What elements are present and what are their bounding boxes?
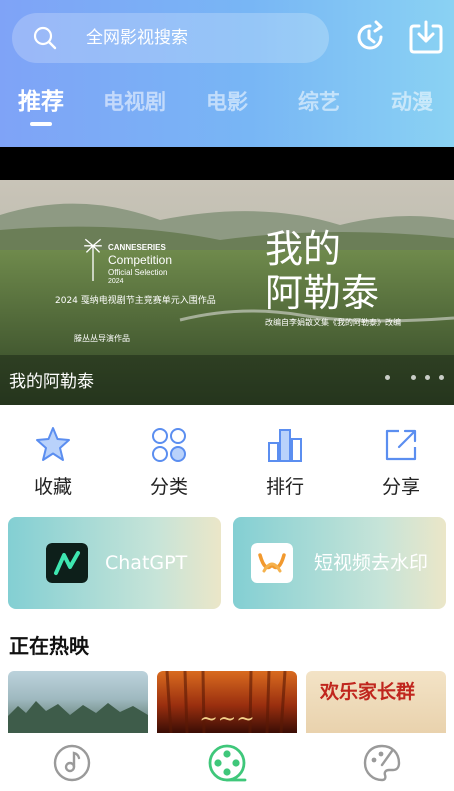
chatgpt-logo-icon <box>46 543 88 583</box>
promo-chatgpt[interactable]: ChatGPT <box>8 517 221 609</box>
watermark-logo-icon <box>251 543 293 583</box>
ranking-button[interactable]: 排行 <box>245 425 325 499</box>
bar-ranking-icon <box>268 429 302 462</box>
tab-movie[interactable]: 电影 <box>206 84 248 124</box>
palette-icon[interactable] <box>362 743 402 783</box>
movie-poster[interactable]: 欢乐家长群 <box>306 671 446 733</box>
quick-actions: 收藏 分类 排行 分享 <box>0 425 454 505</box>
palm-leaf-icon <box>84 238 102 281</box>
category-tabs: 推荐 电视剧 电影 综艺 动漫 <box>0 84 454 134</box>
promo-chatgpt-label: ChatGPT <box>105 552 188 574</box>
svg-text:~~~: ~~~ <box>199 707 254 732</box>
tab-anime[interactable]: 动漫 <box>391 84 433 124</box>
festival-line2: Competition <box>108 253 173 267</box>
director-text: 滕丛丛导演作品 <box>74 334 130 343</box>
poster-image <box>8 701 148 733</box>
promo-watermark-label: 短视频去水印 <box>314 552 429 574</box>
header: 全网影视搜索 推荐 电视剧 电影 综艺 动漫 <box>0 0 454 147</box>
category-button[interactable]: 分类 <box>129 425 209 499</box>
carousel-dot[interactable] <box>385 375 390 380</box>
festival-cn-text: 2024 戛纳电视剧节主竞赛单元入围作品 <box>55 296 216 306</box>
tab-recommend[interactable]: 推荐 <box>18 84 64 124</box>
adapted-from-text: 改编自李娟散文集《我的阿勒泰》改编 <box>265 318 401 327</box>
carousel-dot[interactable] <box>439 375 444 380</box>
tab-variety[interactable]: 综艺 <box>298 84 340 124</box>
tab-tv-series[interactable]: 电视剧 <box>103 84 166 124</box>
festival-year: 2024 <box>108 278 124 285</box>
share-label: 分享 <box>381 476 420 498</box>
carousel-dot[interactable] <box>411 375 416 380</box>
grid-category-icon <box>152 428 186 462</box>
music-disc-icon[interactable] <box>52 743 92 783</box>
bottom-navigation <box>0 733 454 791</box>
search-icon <box>33 26 57 50</box>
star-icon <box>36 427 70 461</box>
share-icon <box>385 429 417 461</box>
ranking-label: 排行 <box>265 476 304 498</box>
search-bar[interactable]: 全网影视搜索 <box>12 13 329 63</box>
poster-title: 我的 阿勒泰 <box>265 227 380 315</box>
movie-poster[interactable]: ~~~ <box>157 671 297 733</box>
now-showing-title: 正在热映 <box>9 634 89 658</box>
carousel-indicator <box>385 375 444 380</box>
promo-watermark[interactable]: 短视频去水印 <box>233 517 446 609</box>
poster-title: 欢乐家长群 <box>320 681 416 703</box>
share-button[interactable]: 分享 <box>361 425 441 499</box>
festival-line3: Official Selection <box>108 268 168 277</box>
carousel-dot[interactable] <box>425 375 430 380</box>
download-icon[interactable] <box>408 19 444 55</box>
featured-banner[interactable]: CANNESERIES Competition Official Selecti… <box>0 147 454 405</box>
banner-caption: 我的阿勒泰 <box>9 372 94 392</box>
movie-poster[interactable] <box>8 671 148 733</box>
search-placeholder: 全网影视搜索 <box>86 28 188 48</box>
favorites-button[interactable]: 收藏 <box>13 425 93 499</box>
now-showing-list: ~~~ 欢乐家长群 <box>0 671 454 733</box>
poster-image: ~~~ <box>165 671 287 733</box>
history-refresh-icon[interactable] <box>352 19 388 55</box>
festival-line1: CANNESERIES <box>108 243 166 252</box>
category-label: 分类 <box>149 476 188 498</box>
active-tab-indicator <box>30 122 52 126</box>
film-reel-icon[interactable] <box>207 743 247 783</box>
favorites-label: 收藏 <box>33 476 72 498</box>
